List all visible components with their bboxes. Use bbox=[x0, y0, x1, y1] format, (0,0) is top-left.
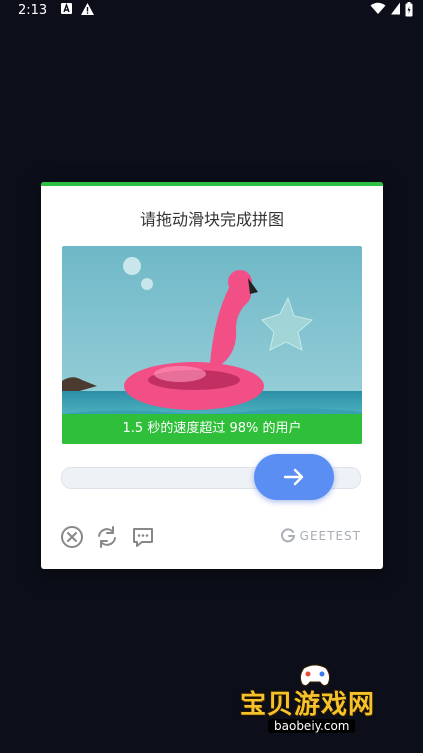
feedback-icon[interactable] bbox=[130, 524, 156, 550]
signal-icon bbox=[391, 2, 400, 15]
result-message: 1.5 秒的速度超过 98% 的用户 bbox=[62, 414, 362, 444]
slider-button[interactable] bbox=[254, 454, 334, 500]
close-icon[interactable] bbox=[59, 524, 85, 550]
status-bar: 2:13 bbox=[0, 0, 423, 24]
brand-label: GEETEST bbox=[299, 529, 361, 543]
geetest-brand: GEETEST bbox=[280, 528, 361, 544]
arrow-right-icon bbox=[283, 468, 304, 486]
geetest-logo-icon bbox=[280, 528, 295, 543]
warning-icon bbox=[81, 3, 94, 15]
captcha-card: 请拖动滑块完成拼图 1.5 秒的速度超过 98% 的用户 GEETEST bbox=[41, 182, 383, 569]
captcha-title: 请拖动滑块完成拼图 bbox=[139, 210, 284, 229]
refresh-icon[interactable] bbox=[94, 524, 120, 550]
puzzle-image: 1.5 秒的速度超过 98% 的用户 bbox=[62, 246, 362, 444]
captcha-top-bar bbox=[41, 182, 383, 186]
status-time: 2:13 bbox=[18, 3, 48, 18]
watermark-logo: 宝贝游戏网 baobeiy.com bbox=[230, 662, 400, 742]
watermark-title: 宝贝游戏网 bbox=[240, 690, 376, 720]
notification-a-icon bbox=[61, 2, 72, 14]
wifi-icon bbox=[370, 2, 386, 14]
watermark-url: baobeiy.com bbox=[268, 719, 356, 733]
battery-icon bbox=[405, 2, 413, 17]
